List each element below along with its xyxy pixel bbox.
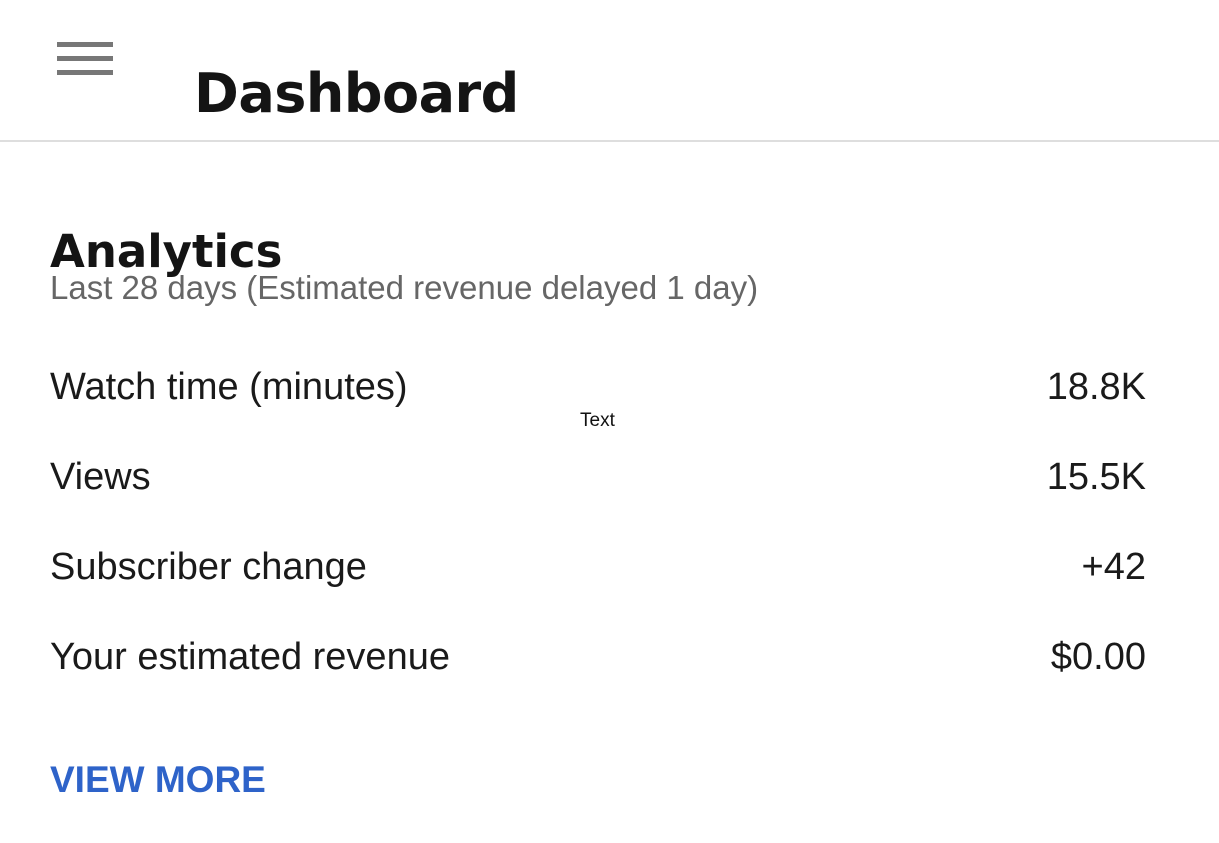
metric-row-subscriber-change: Subscriber change +42 [50, 539, 1146, 595]
metric-value: 15.5K [1046, 456, 1146, 498]
metric-value: +42 [1081, 546, 1146, 588]
metric-row-views: Views 15.5K [50, 449, 1146, 505]
hamburger-menu-icon [57, 42, 113, 75]
metric-label: Subscriber change [50, 546, 367, 588]
metric-row-estimated-revenue: Your estimated revenue $0.00 [50, 629, 1146, 685]
metric-row-watch-time: Watch time (minutes) 18.8K [50, 359, 1146, 415]
page-title: Dashboard [194, 62, 519, 126]
metric-label: Your estimated revenue [50, 636, 450, 678]
menu-button[interactable] [48, 28, 122, 90]
youtube-studio-dashboard: Dashboard Analytics Last 28 days (Estima… [0, 0, 1219, 843]
metric-label: Views [50, 456, 151, 498]
view-more-link[interactable]: VIEW MORE [50, 754, 266, 806]
app-bar: Dashboard [0, 0, 1219, 140]
metric-value: $0.00 [1050, 636, 1146, 678]
overlay-text-label: Text [580, 410, 615, 431]
metric-value: 18.8K [1046, 366, 1146, 408]
analytics-card: Analytics Last 28 days (Estimated revenu… [0, 142, 1219, 843]
analytics-period-note: Last 28 days (Estimated revenue delayed … [50, 269, 759, 306]
metric-label: Watch time (minutes) [50, 366, 408, 408]
